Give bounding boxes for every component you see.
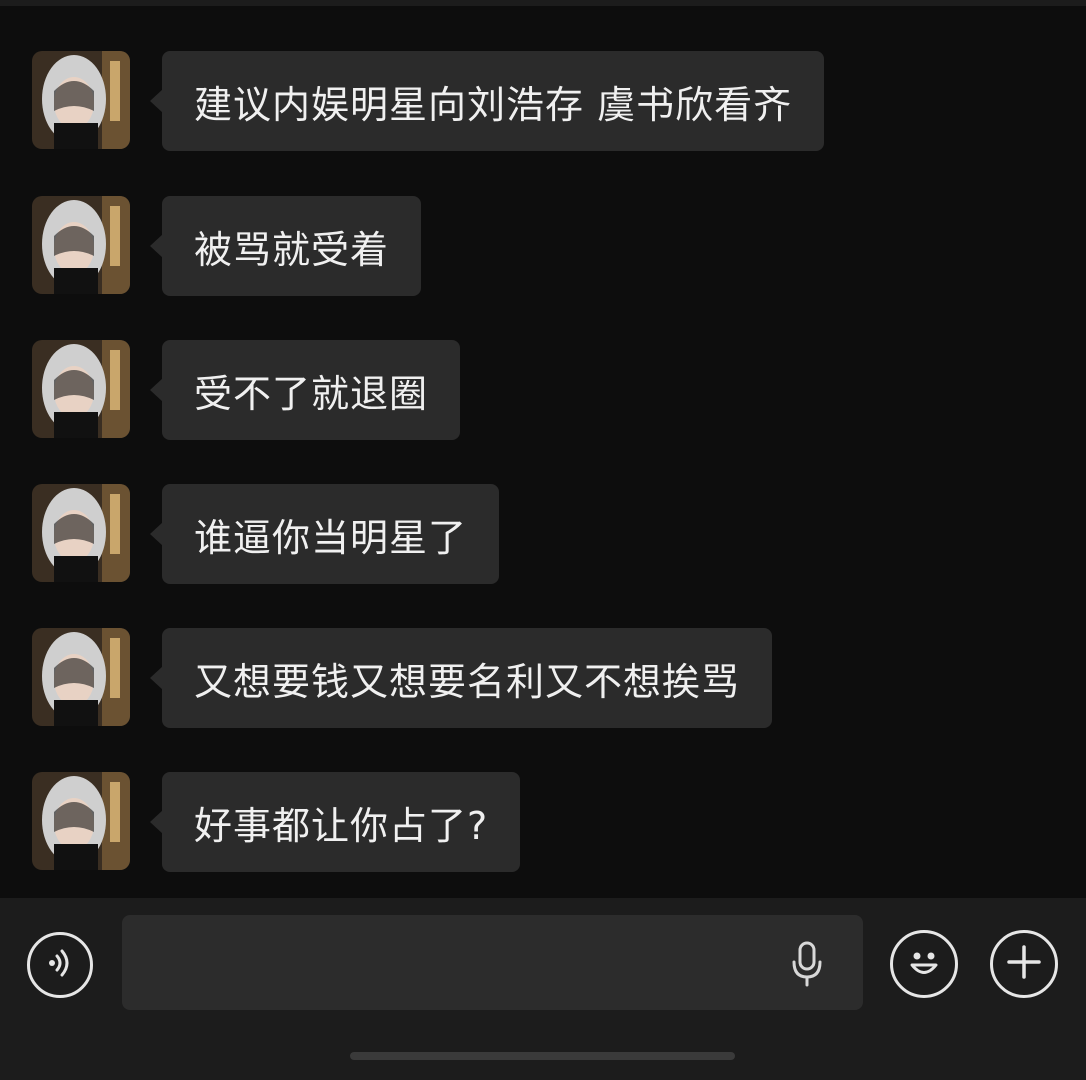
- message-text: 被骂就受着: [194, 227, 390, 272]
- emoji-smile-icon: [902, 940, 946, 988]
- chat-message-list[interactable]: 建议内娱明星向刘浩存 虞书欣看齐 被骂就受着 受不了就退圈 谁逼你当明星了 又想…: [0, 0, 1086, 898]
- message-row: 谁逼你当明星了: [32, 484, 500, 586]
- message-row: 好事都让你占了?: [32, 772, 521, 874]
- home-indicator: [350, 1052, 735, 1060]
- contact-avatar[interactable]: [32, 628, 130, 726]
- plus-icon: [1004, 942, 1044, 986]
- emoji-button[interactable]: [890, 930, 958, 998]
- message-bubble[interactable]: 好事都让你占了?: [149, 772, 521, 872]
- message-text: 受不了就退圈: [194, 371, 429, 416]
- message-text: 又想要钱又想要名利又不想挨骂: [194, 659, 741, 704]
- voice-toggle-icon: [42, 945, 78, 985]
- message-bubble[interactable]: 建议内娱明星向刘浩存 虞书欣看齐: [149, 51, 825, 151]
- message-row: 受不了就退圈: [32, 340, 461, 442]
- contact-avatar[interactable]: [32, 772, 130, 870]
- contact-avatar[interactable]: [32, 340, 130, 438]
- message-text: 好事都让你占了?: [194, 803, 489, 848]
- message-bubble[interactable]: 受不了就退圈: [149, 340, 461, 440]
- message-bubble[interactable]: 谁逼你当明星了: [149, 484, 500, 584]
- more-actions-button[interactable]: [990, 930, 1058, 998]
- message-row: 建议内娱明星向刘浩存 虞书欣看齐: [32, 51, 825, 153]
- voice-toggle-button[interactable]: [27, 932, 93, 998]
- message-text: 建议内娱明星向刘浩存 虞书欣看齐: [194, 82, 793, 127]
- message-bubble[interactable]: 又想要钱又想要名利又不想挨骂: [149, 628, 773, 728]
- message-text: 谁逼你当明星了: [194, 515, 468, 560]
- message-bubble[interactable]: 被骂就受着: [149, 196, 422, 296]
- contact-avatar[interactable]: [32, 196, 130, 294]
- message-row: 被骂就受着: [32, 196, 422, 298]
- contact-avatar[interactable]: [32, 51, 130, 149]
- message-row: 又想要钱又想要名利又不想挨骂: [32, 628, 773, 730]
- message-input[interactable]: [122, 915, 863, 1010]
- contact-avatar[interactable]: [32, 484, 130, 582]
- microphone-icon[interactable]: [787, 940, 827, 988]
